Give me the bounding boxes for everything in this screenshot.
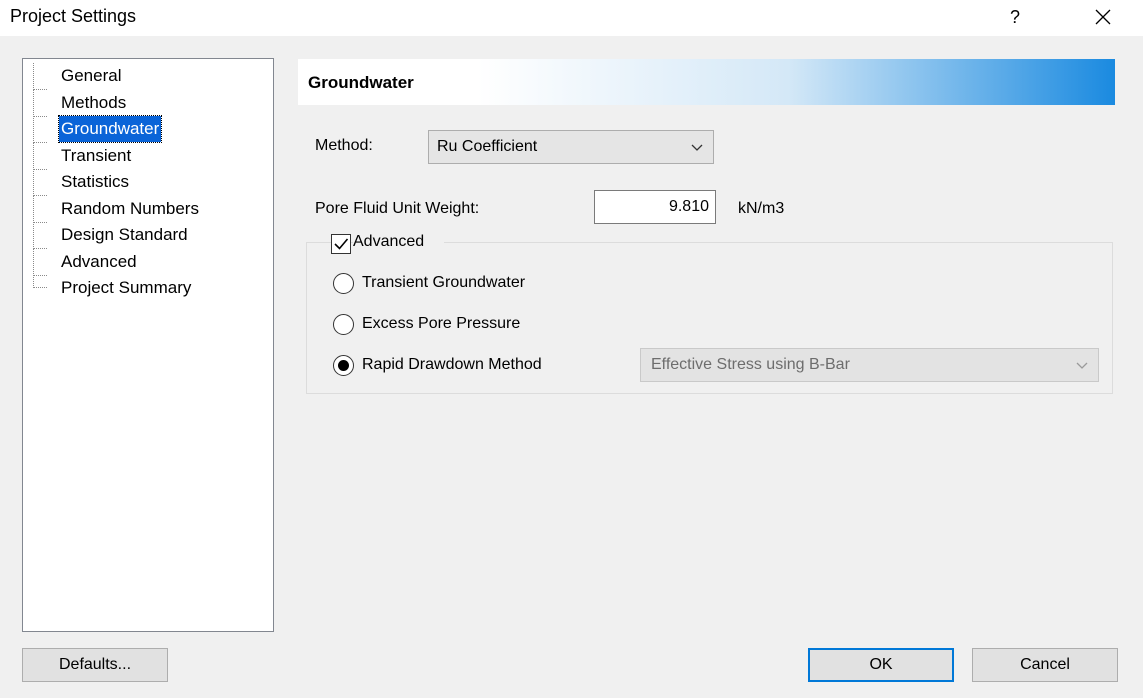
tree-item-advanced[interactable]: Advanced bbox=[23, 248, 273, 276]
tree-item-statistics[interactable]: Statistics bbox=[23, 169, 273, 196]
settings-tree[interactable]: General Methods Groundwater Transient Statis… bbox=[22, 58, 274, 632]
title-bar: Project Settings ? bbox=[0, 0, 1143, 36]
radio-selected-dot bbox=[338, 360, 349, 371]
tree-item-random-numbers[interactable]: Random Numbers bbox=[23, 195, 273, 223]
checkmark-icon bbox=[334, 238, 349, 250]
unit-weight-input[interactable]: 9.810 bbox=[594, 190, 716, 224]
tree-item-project-summary[interactable]: Project Summary bbox=[23, 275, 273, 301]
rapid-drawdown-method-dropdown[interactable]: Effective Stress using B-Bar bbox=[640, 348, 1099, 382]
tree-item-label: Random Numbers bbox=[61, 198, 199, 218]
radio-excess-label: Excess Pore Pressure bbox=[362, 315, 521, 332]
tree-item-groundwater[interactable]: Groundwater bbox=[23, 115, 273, 143]
chevron-down-icon bbox=[691, 144, 703, 151]
radio-excess-pore-pressure[interactable] bbox=[333, 314, 354, 335]
tree-connector bbox=[33, 116, 47, 143]
tree-item-methods[interactable]: Methods bbox=[23, 89, 273, 117]
advanced-label: Advanced bbox=[353, 233, 445, 251]
tree-item-label: Methods bbox=[61, 92, 127, 112]
tree-item-label: Transient bbox=[61, 145, 132, 165]
tree-item-label: Design Standard bbox=[61, 225, 188, 244]
radio-transient-label: Transient Groundwater bbox=[362, 274, 526, 291]
advanced-checkbox[interactable] bbox=[331, 234, 351, 254]
tree-connector bbox=[33, 63, 47, 90]
help-button[interactable]: ? bbox=[1000, 0, 1030, 34]
radio-transient-groundwater[interactable] bbox=[333, 273, 354, 294]
unit-weight-label: Pore Fluid Unit Weight: bbox=[315, 200, 480, 217]
section-header: Groundwater bbox=[298, 59, 1115, 105]
method-label: Method: bbox=[315, 137, 373, 154]
tree-connector bbox=[33, 195, 47, 223]
tree-item-transient[interactable]: Transient bbox=[23, 142, 273, 170]
close-icon bbox=[1095, 9, 1111, 25]
window-title: Project Settings bbox=[10, 6, 137, 26]
tree-item-label: Groundwater bbox=[57, 115, 163, 143]
tree-connector bbox=[33, 248, 47, 276]
defaults-button[interactable]: Defaults... bbox=[22, 648, 168, 682]
method-value: Ru Coefficient bbox=[437, 138, 538, 155]
tree-connector bbox=[33, 169, 47, 196]
tree-item-label: Statistics bbox=[61, 172, 130, 191]
cancel-button[interactable]: Cancel bbox=[972, 648, 1118, 682]
radio-rapid-drawdown[interactable] bbox=[333, 355, 354, 376]
close-button[interactable] bbox=[1080, 0, 1126, 34]
method-dropdown[interactable]: Ru Coefficient bbox=[428, 130, 714, 164]
tree-connector bbox=[33, 222, 47, 249]
tree-connector bbox=[33, 142, 47, 170]
tree-connector bbox=[33, 275, 47, 288]
tree-item-design-standard[interactable]: Design Standard bbox=[23, 222, 273, 249]
radio-rapid-label: Rapid Drawdown Method bbox=[362, 356, 542, 373]
section-title: Groundwater bbox=[308, 73, 414, 92]
tree-item-label: Advanced bbox=[61, 251, 137, 271]
tree-item-label: Project Summary bbox=[61, 278, 192, 297]
tree-item-label: General bbox=[61, 66, 122, 85]
unit-weight-units: kN/m3 bbox=[738, 200, 785, 217]
ok-button[interactable]: OK bbox=[808, 648, 954, 682]
rapid-method-value: Effective Stress using B-Bar bbox=[651, 356, 850, 373]
chevron-down-icon bbox=[1076, 362, 1088, 369]
tree-item-general[interactable]: General bbox=[23, 63, 273, 90]
tree-connector bbox=[33, 89, 47, 117]
